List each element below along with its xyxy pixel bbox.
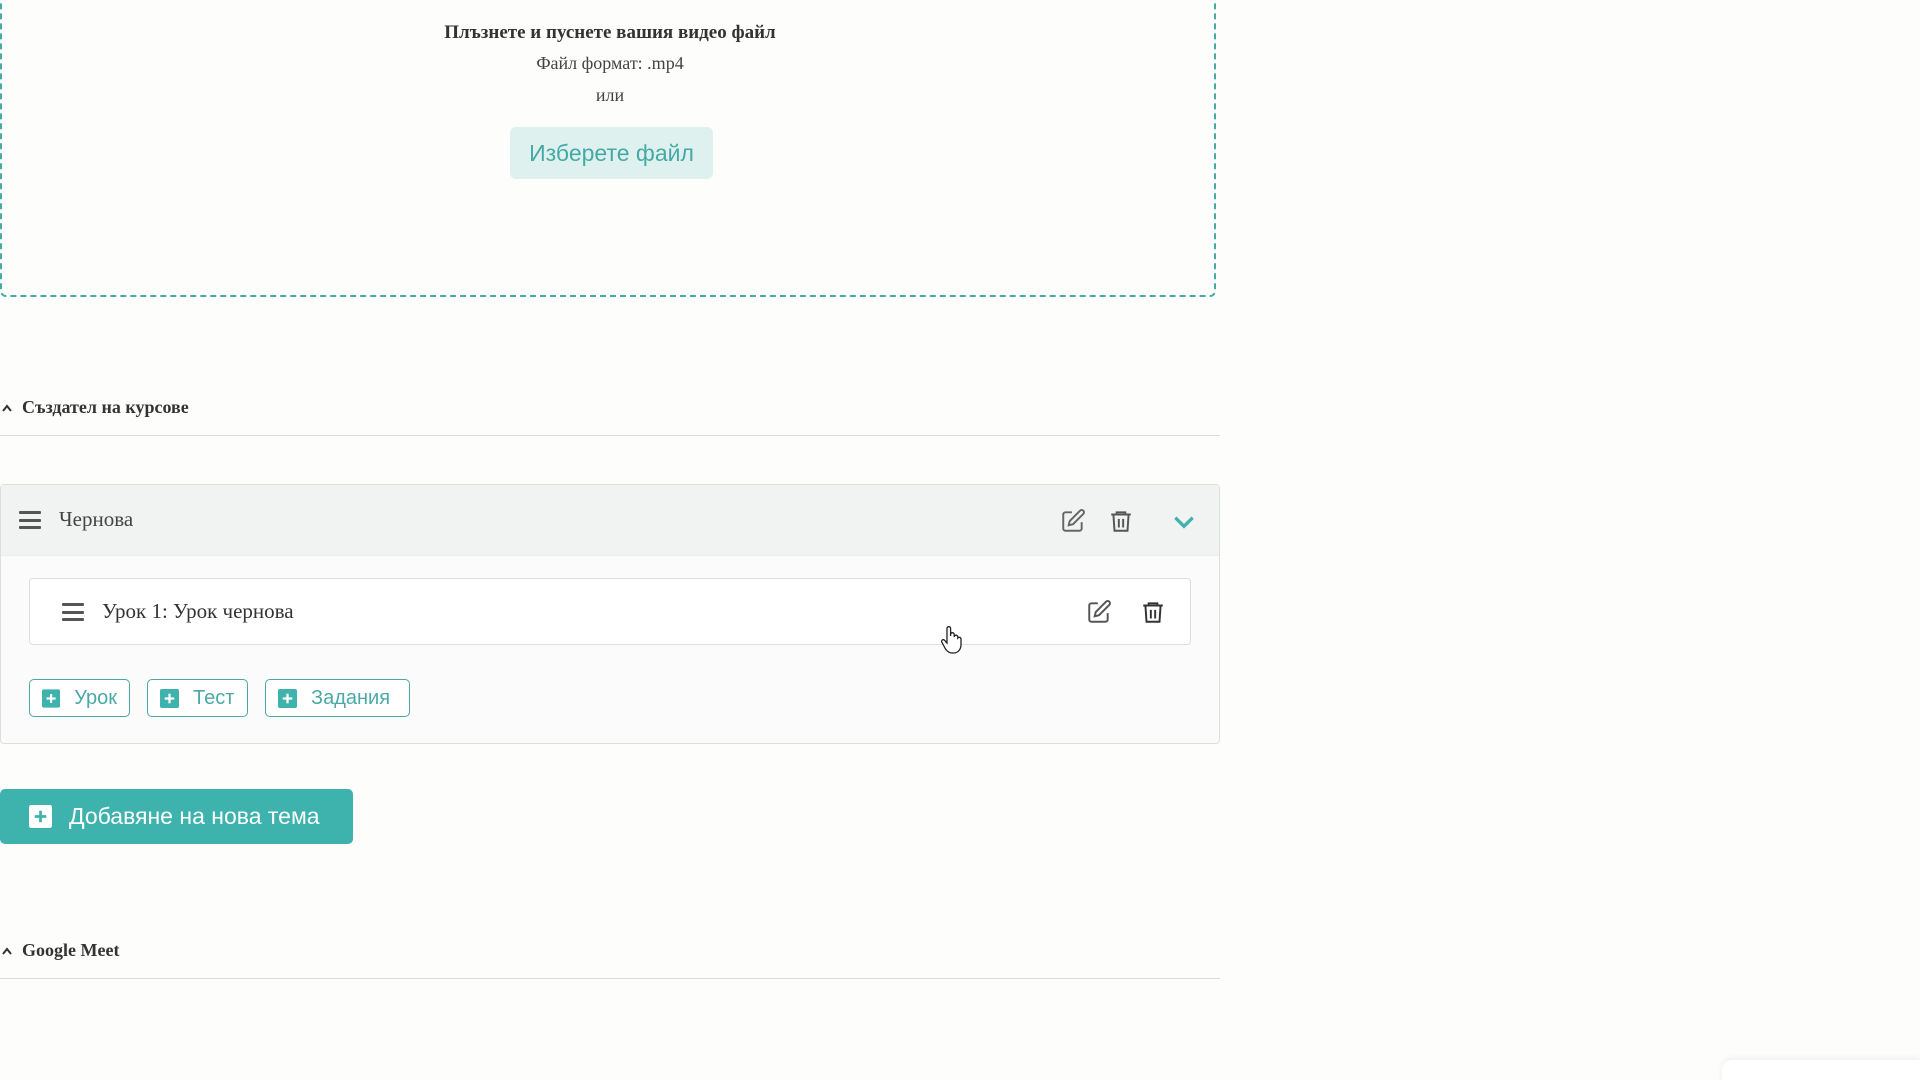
add-lesson-label: Урок [74,686,117,709]
chevron-down-icon[interactable] [1171,509,1197,535]
edit-icon[interactable] [1060,508,1086,534]
plus-square-icon [42,688,61,708]
plus-square-icon [29,805,52,828]
video-dropzone[interactable]: Плъзнете и пуснете вашия видео файл Файл… [0,0,1216,297]
course-builder-label: Създател на курсове [22,397,189,417]
trash-icon[interactable] [1108,508,1134,534]
dropzone-title: Плъзнете и пуснете вашия видео файл [444,22,776,43]
add-new-topic-label: Добавяне на нова тема [69,803,320,829]
lesson-title: Урок 1: Урок чернова [102,599,294,623]
trash-icon[interactable] [1140,599,1166,625]
topic-header[interactable]: Чернова [1,485,1219,556]
add-tasks-label: Задания [311,686,391,709]
edit-icon[interactable] [1086,599,1112,625]
dropzone-or: или [595,85,625,105]
hamburger-icon[interactable] [62,603,84,621]
hamburger-icon[interactable] [19,511,41,529]
add-new-topic-button[interactable]: Добавяне на нова тема [0,789,353,844]
plus-square-icon [160,688,179,708]
corner-widget[interactable] [1722,1060,1920,1080]
add-test-label: Тест [193,686,235,709]
choose-file-button[interactable]: Изберете файл [510,127,713,179]
pointer-cursor [940,626,962,654]
topic-card: Чернова Урок 1: Урок чернова Урок Тест З… [0,484,1220,744]
page: Плъзнете и пуснете вашия видео файл Файл… [0,0,1920,1080]
google-meet-label: Google Meet [22,940,120,960]
lesson-row[interactable]: Урок 1: Урок чернова [29,578,1191,645]
topic-title: Чернова [59,507,134,531]
caret-up-icon [2,947,12,955]
plus-square-icon [278,688,297,708]
google-meet-header[interactable]: Google Meet [0,934,1220,979]
dropzone-format: Файл формат: .mp4 [536,53,684,73]
add-test-button[interactable]: Тест [147,679,248,717]
course-builder-header[interactable]: Създател на курсове [0,391,1220,436]
add-tasks-button[interactable]: Задания [265,679,410,717]
caret-up-icon [2,404,12,412]
add-lesson-button[interactable]: Урок [29,679,130,717]
